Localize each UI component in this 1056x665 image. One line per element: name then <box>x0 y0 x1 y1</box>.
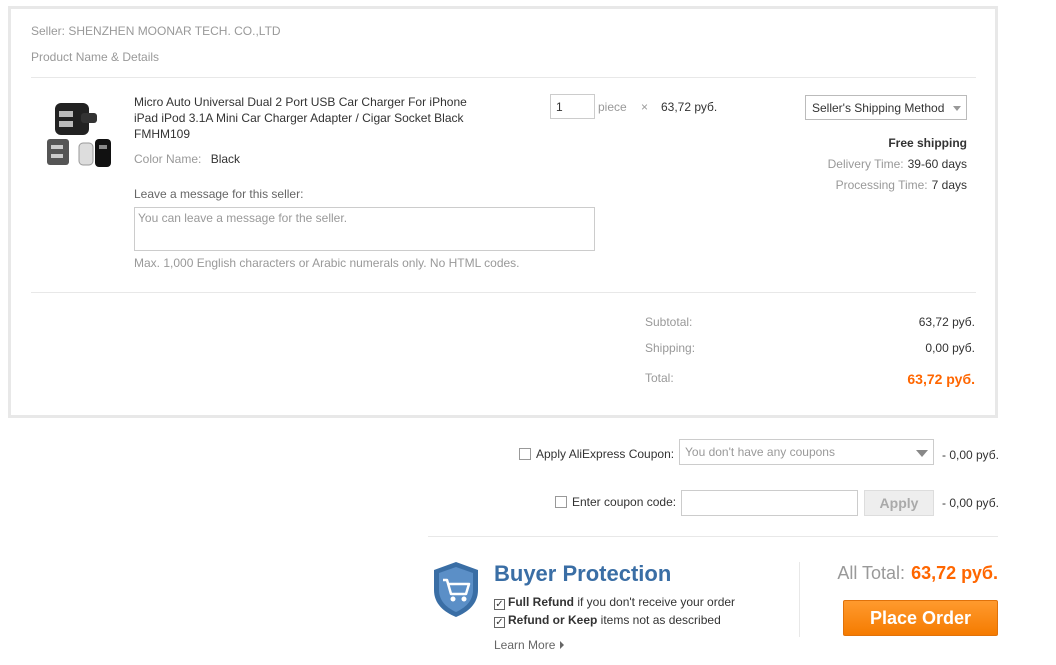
shipping-value: 0,00 руб. <box>925 341 975 355</box>
divider <box>31 77 976 78</box>
coupon-code-label: Enter coupon code: <box>572 495 677 509</box>
refund-or-keep-label: Refund or Keep <box>508 613 598 627</box>
coupon-code-checkbox[interactable] <box>555 496 567 508</box>
shipping-method-select[interactable]: Seller's Shipping Method <box>805 95 967 120</box>
divider <box>31 292 976 293</box>
multiply-sign: × <box>641 100 649 114</box>
full-refund-text: if you don't receive your order <box>574 595 736 609</box>
order-panel: Seller: SHENZHEN MOONAR TECH. CO.,LTD Pr… <box>8 6 998 418</box>
free-shipping-label: Free shipping <box>888 136 967 150</box>
product-color: Color Name: Black <box>134 152 240 166</box>
coupon-code-input[interactable] <box>681 490 858 516</box>
message-label: Leave a message for this seller: <box>134 187 304 201</box>
quantity-input[interactable] <box>550 94 595 119</box>
color-label: Color Name: <box>134 152 202 166</box>
divider <box>428 536 998 537</box>
aliexpress-coupon-select[interactable]: You don't have any coupons <box>679 439 934 465</box>
shipping-method-value: Seller's Shipping Method <box>812 101 945 115</box>
checkmark-icon: ✓ <box>494 617 505 628</box>
chevron-down-icon <box>916 450 928 457</box>
coupon-select-value: You don't have any coupons <box>685 445 835 459</box>
message-hint: Max. 1,000 English characters or Arabic … <box>134 256 520 270</box>
unit-price: 63,72 руб. <box>661 100 718 114</box>
learn-more-label: Learn More <box>494 638 556 652</box>
subtotal-value: 63,72 руб. <box>918 315 975 329</box>
product-thumbnail-icon[interactable] <box>45 99 117 171</box>
divider <box>799 562 800 637</box>
delivery-time-value: 39-60 days <box>907 157 967 171</box>
all-total-label: All Total: <box>837 563 906 583</box>
quantity-unit: piece <box>598 100 627 114</box>
coupon-code-discount: - 0,00 руб. <box>942 496 999 510</box>
caret-right-icon <box>560 641 565 649</box>
buyer-protection-title: Buyer Protection <box>494 561 672 586</box>
chevron-down-icon <box>953 106 961 111</box>
aliexpress-coupon-label: Apply AliExpress Coupon: <box>536 447 675 461</box>
processing-time: Processing Time: 7 days <box>836 178 967 192</box>
place-order-button[interactable]: Place Order <box>843 600 998 636</box>
product-column-header: Product Name & Details <box>31 50 160 64</box>
all-total-value: 63,72 руб. <box>911 563 998 583</box>
processing-time-label: Processing Time: <box>835 178 928 192</box>
seller-name: Seller: SHENZHEN MOONAR TECH. CO.,LTD <box>31 24 281 38</box>
apply-coupon-button[interactable]: Apply <box>864 490 934 516</box>
product-title[interactable]: Micro Auto Universal Dual 2 Port USB Car… <box>134 94 484 142</box>
total-value: 63,72 руб. <box>907 371 975 387</box>
protection-refund-or-keep: ✓ Refund or Keep items not as described <box>494 613 721 628</box>
shield-cart-icon <box>434 562 478 617</box>
delivery-time: Delivery Time: 39-60 days <box>828 157 967 171</box>
seller-message-input[interactable] <box>134 207 595 251</box>
subtotal-label: Subtotal: <box>645 315 693 329</box>
checkmark-icon: ✓ <box>494 599 505 610</box>
full-refund-label: Full Refund <box>508 595 574 609</box>
color-value: Black <box>210 152 241 166</box>
protection-full-refund: ✓ Full Refund if you don't receive your o… <box>494 595 735 610</box>
learn-more-link[interactable]: Learn More <box>494 638 565 652</box>
aliexpress-coupon-checkbox[interactable] <box>519 448 531 460</box>
refund-or-keep-text: items not as described <box>597 613 721 627</box>
processing-time-value: 7 days <box>931 178 967 192</box>
delivery-time-label: Delivery Time: <box>827 157 904 171</box>
total-label: Total: <box>645 371 674 385</box>
all-total: All Total: 63,72 руб. <box>837 563 998 584</box>
shipping-label: Shipping: <box>645 341 696 355</box>
aliexpress-coupon-discount: - 0,00 руб. <box>942 448 999 462</box>
